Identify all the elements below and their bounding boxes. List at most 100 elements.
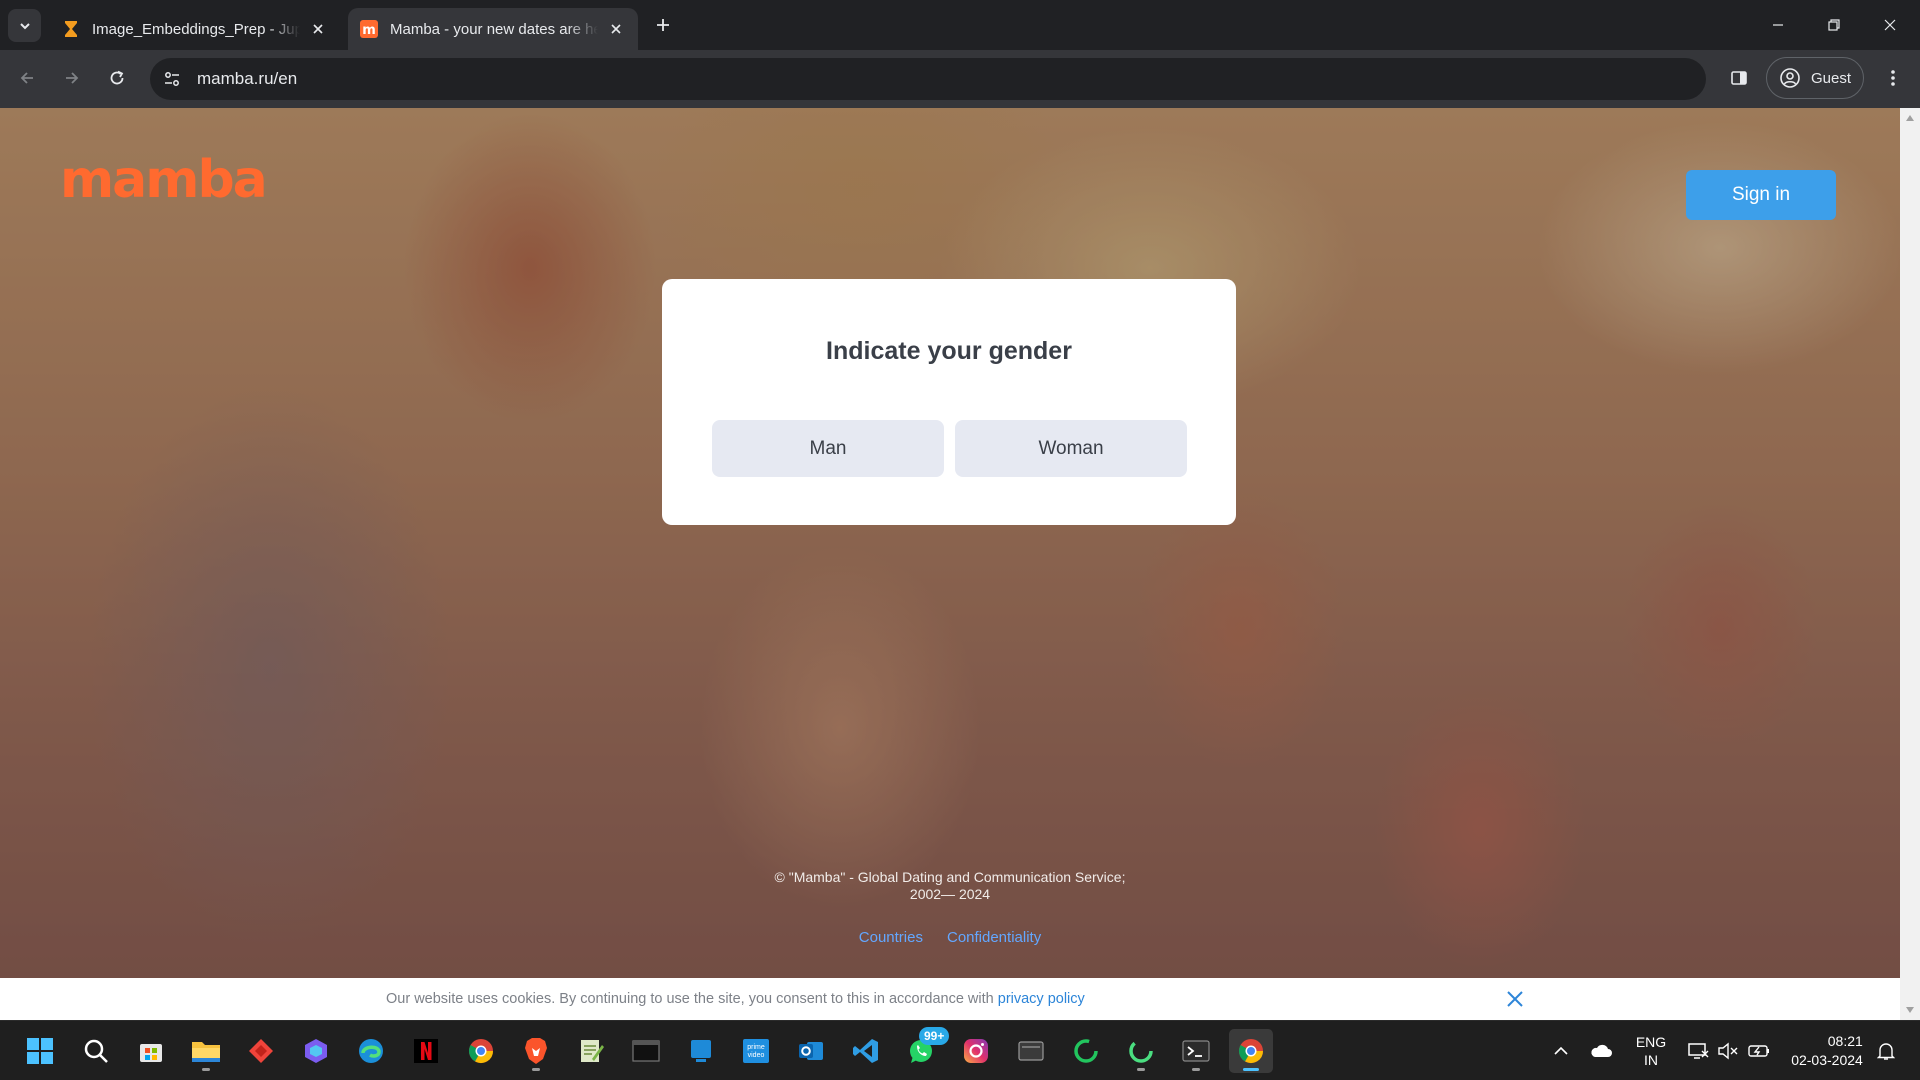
taskbar-prime-video[interactable]: prime video — [734, 1029, 778, 1073]
countries-link[interactable]: Countries — [859, 929, 923, 946]
tab-jupyter[interactable]: Image_Embeddings_Prep - Jupyter — [50, 8, 340, 50]
caret-down-icon — [1906, 1007, 1914, 1013]
new-tab-button[interactable] — [650, 12, 676, 38]
tab-search-button[interactable] — [8, 9, 41, 42]
mamba-logo[interactable]: mamba — [60, 154, 268, 206]
taskbar-brave[interactable] — [514, 1029, 558, 1073]
clock-date: 02-03-2024 — [1791, 1052, 1863, 1068]
chevron-up-icon — [1554, 1046, 1568, 1055]
address-bar[interactable]: mamba.ru/en — [150, 58, 1706, 100]
taskbar-copilot[interactable] — [294, 1029, 338, 1073]
scroll-up-arrow[interactable] — [1900, 108, 1920, 128]
plus-icon — [657, 19, 669, 31]
profile-label: Guest — [1811, 69, 1852, 87]
tab-title: Image_Embeddings_Prep - Jupyter — [92, 20, 300, 38]
side-panel-button[interactable] — [1722, 61, 1756, 95]
taskbar-vscode[interactable] — [844, 1029, 888, 1073]
copilot-icon — [305, 1039, 327, 1063]
taskbar-chrome[interactable] — [459, 1029, 503, 1073]
taskbar-whatsapp[interactable]: 99+ — [899, 1027, 950, 1073]
close-tab-icon[interactable] — [308, 19, 328, 39]
running-indicator — [532, 1068, 540, 1071]
edge-icon — [359, 1039, 383, 1063]
onedrive-tray[interactable] — [1586, 1021, 1616, 1080]
taskbar-file-explorer[interactable] — [184, 1029, 228, 1073]
cookie-banner: Our website uses cookies. By continuing … — [0, 978, 1900, 1020]
prime-video-icon: primevideo — [743, 1039, 769, 1063]
start-button[interactable] — [18, 1029, 62, 1073]
running-indicator — [1192, 1068, 1200, 1071]
copyright-line-1: © "Mamba" - Global Dating and Communicat… — [774, 869, 1126, 885]
running-indicator — [1243, 1068, 1259, 1071]
loader-app-icon-2 — [1129, 1039, 1153, 1063]
network-tray[interactable] — [1684, 1021, 1712, 1080]
tab-mamba[interactable]: m Mamba - your new dates are here — [348, 8, 638, 50]
show-hidden-icons-button[interactable] — [1548, 1021, 1574, 1080]
forward-button[interactable] — [55, 61, 89, 95]
man-button[interactable]: Man — [712, 420, 944, 477]
restore-button[interactable] — [1806, 0, 1862, 50]
microsoft-store-icon — [140, 1044, 162, 1062]
minimize-button[interactable] — [1750, 0, 1806, 50]
taskbar-terminal[interactable] — [624, 1029, 668, 1073]
instagram-icon — [964, 1039, 988, 1063]
taskbar-loader-app[interactable] — [1064, 1029, 1108, 1073]
account-circle-icon — [1780, 68, 1800, 88]
url-text: mamba.ru/en — [197, 69, 298, 88]
windows-app-icon — [691, 1040, 711, 1062]
back-button[interactable] — [10, 61, 44, 95]
taskbar-terminal-app[interactable] — [1174, 1029, 1218, 1073]
chrome-icon — [468, 1039, 493, 1064]
taskbar-chrome-active[interactable] — [1229, 1029, 1273, 1073]
taskbar-search[interactable] — [74, 1029, 118, 1073]
close-icon — [1884, 19, 1896, 31]
dialog-title: Indicate your gender — [826, 337, 1072, 365]
bell-icon — [1877, 1043, 1895, 1060]
confidentiality-link[interactable]: Confidentiality — [947, 929, 1041, 946]
copyright-line-2: 2002— 2024 — [909, 886, 991, 902]
arrow-right-icon — [66, 72, 79, 84]
battery-tray[interactable] — [1744, 1021, 1774, 1080]
woman-button[interactable]: Woman — [955, 420, 1187, 477]
site-info-button[interactable] — [155, 62, 189, 96]
netflix-icon — [414, 1039, 438, 1063]
cookie-close-button[interactable] — [1504, 988, 1526, 1010]
notifications-button[interactable] — [1872, 1021, 1900, 1080]
language-indicator[interactable]: ENG IN — [1628, 1021, 1674, 1080]
taskbar-folder-app[interactable] — [1009, 1029, 1053, 1073]
terminal-icon — [632, 1040, 660, 1062]
caret-up-icon — [1906, 115, 1914, 121]
volume-tray[interactable] — [1714, 1021, 1742, 1080]
taskbar-outlook[interactable] — [789, 1029, 833, 1073]
profile-button[interactable]: Guest — [1766, 57, 1864, 99]
sign-in-button[interactable]: Sign in — [1686, 170, 1836, 220]
taskbar-loader-app-2[interactable] — [1119, 1029, 1163, 1073]
page-viewport: mamba Sign in Indicate your gender Man W… — [0, 108, 1920, 1020]
reload-icon — [110, 70, 124, 85]
outlook-icon — [799, 1042, 823, 1060]
page-scrollbar[interactable] — [1900, 108, 1920, 1020]
reload-button[interactable] — [100, 61, 134, 95]
browser-menu-button[interactable] — [1876, 61, 1910, 95]
region-code: IN — [1644, 1052, 1658, 1068]
taskbar-windows-app[interactable] — [679, 1029, 723, 1073]
close-tab-icon[interactable] — [606, 19, 626, 39]
tune-icon — [165, 72, 179, 86]
taskbar-edge[interactable] — [349, 1029, 393, 1073]
running-indicator — [1137, 1068, 1145, 1071]
svg-text:prime: prime — [747, 1044, 765, 1051]
hourglass-icon — [62, 20, 80, 38]
taskbar-netflix[interactable] — [404, 1029, 448, 1073]
minimize-icon — [1773, 24, 1783, 26]
anydesk-icon — [249, 1039, 273, 1063]
taskbar-store[interactable] — [129, 1029, 173, 1073]
close-icon — [1507, 991, 1523, 1007]
scroll-down-arrow[interactable] — [1900, 1000, 1920, 1020]
close-window-button[interactable] — [1862, 0, 1918, 50]
clock[interactable]: 08:21 02-03-2024 — [1782, 1021, 1872, 1080]
loader-app-icon — [1074, 1039, 1098, 1063]
privacy-policy-link[interactable]: privacy policy — [998, 991, 1085, 1007]
taskbar-notepad-plus[interactable] — [569, 1029, 613, 1073]
taskbar-anydesk[interactable] — [239, 1029, 283, 1073]
taskbar-instagram[interactable] — [954, 1029, 998, 1073]
